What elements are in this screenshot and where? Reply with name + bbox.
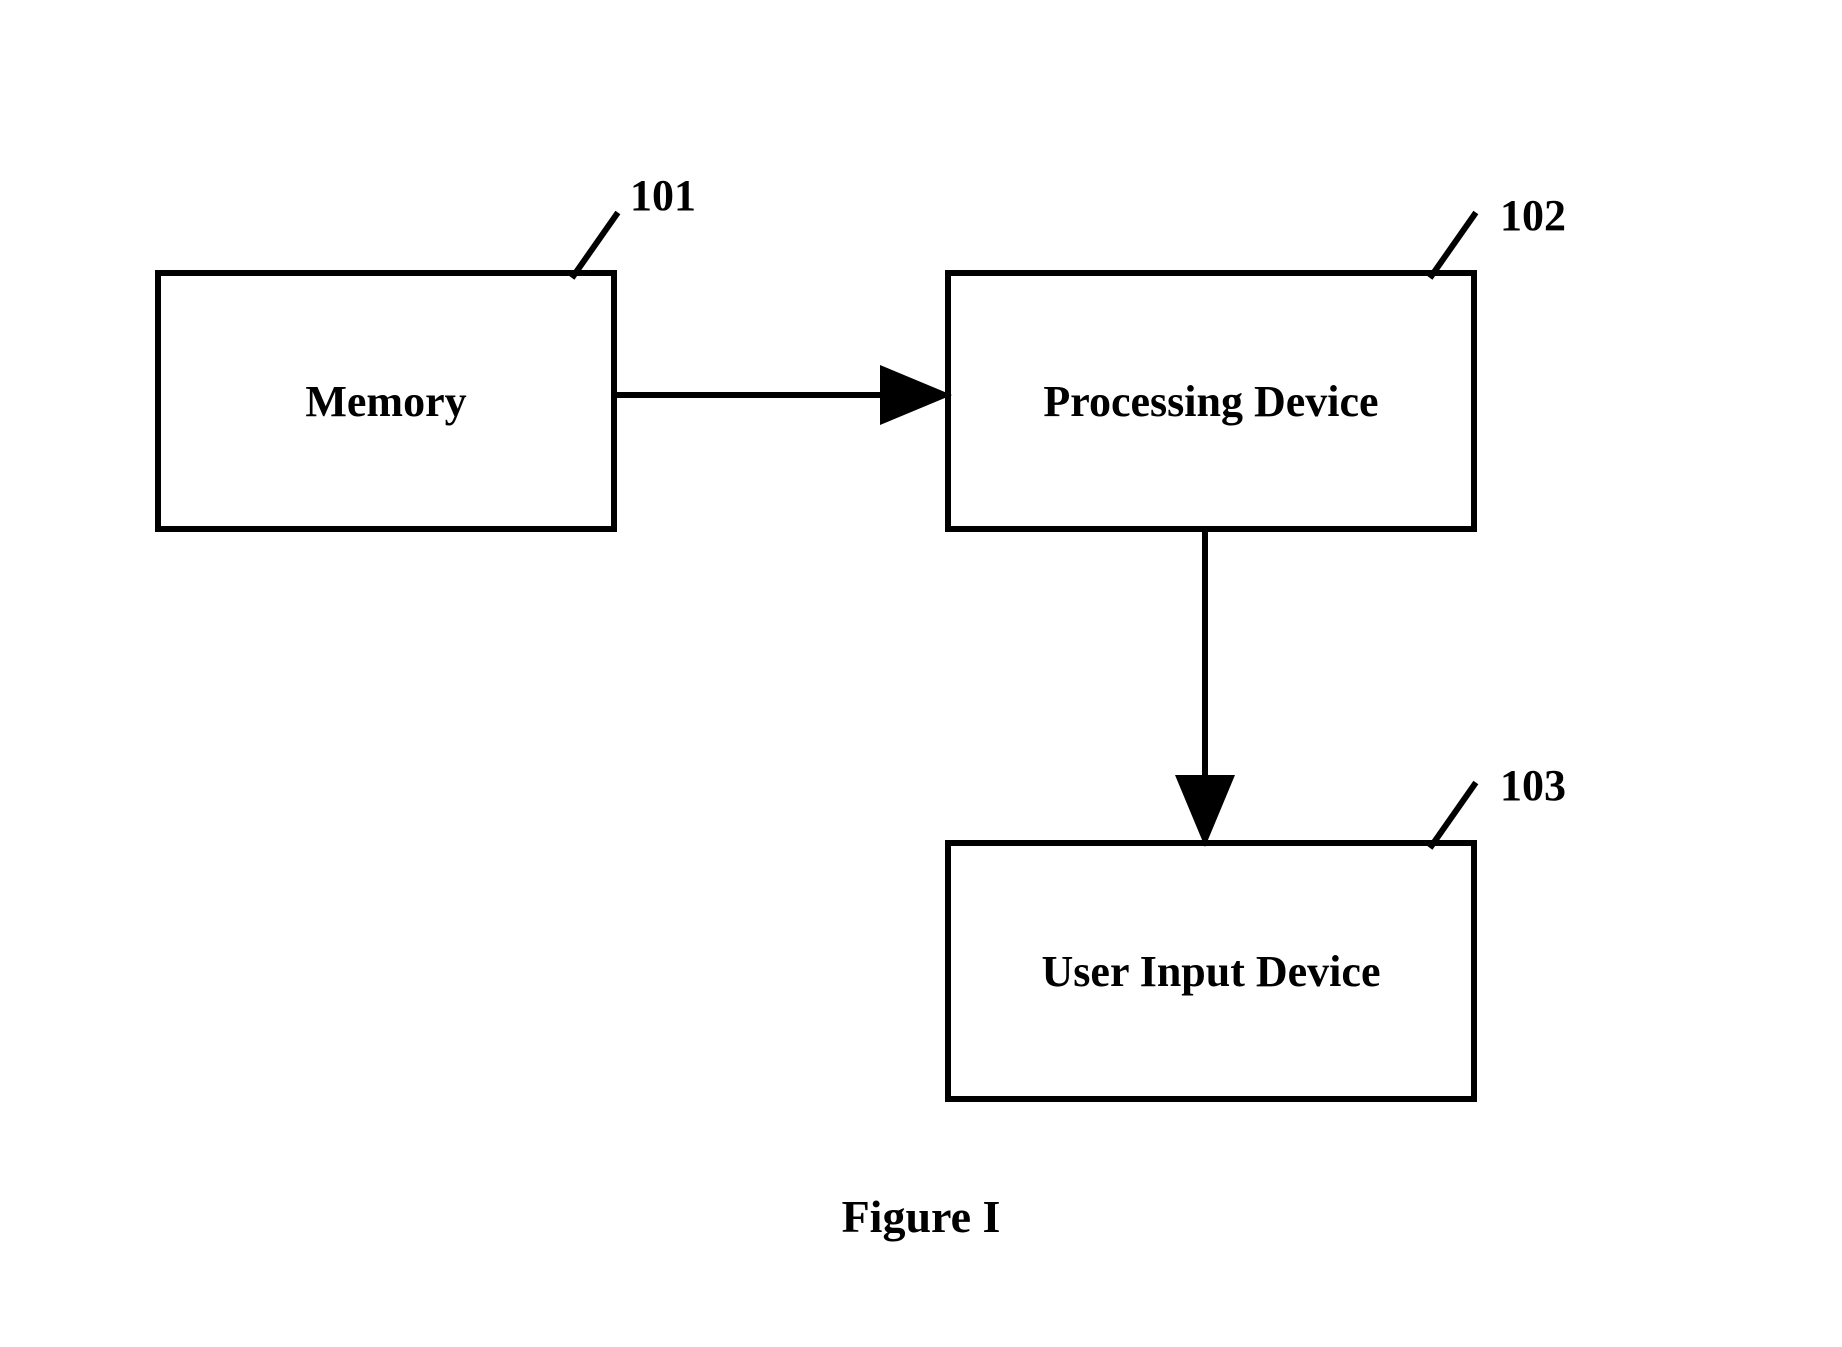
block-memory-label: Memory <box>305 376 466 427</box>
ref-label-102: 102 <box>1500 190 1566 241</box>
ref-label-103: 103 <box>1500 760 1566 811</box>
block-memory: Memory <box>155 270 617 532</box>
block-processing: Processing Device <box>945 270 1477 532</box>
block-userinput-label: User Input Device <box>1042 946 1381 997</box>
diagram-canvas: Memory 101 Processing Device 102 User In… <box>0 0 1842 1347</box>
ref-label-101: 101 <box>630 170 696 221</box>
figure-caption: Figure I <box>0 1190 1842 1243</box>
block-processing-label: Processing Device <box>1043 376 1378 427</box>
block-userinput: User Input Device <box>945 840 1477 1102</box>
